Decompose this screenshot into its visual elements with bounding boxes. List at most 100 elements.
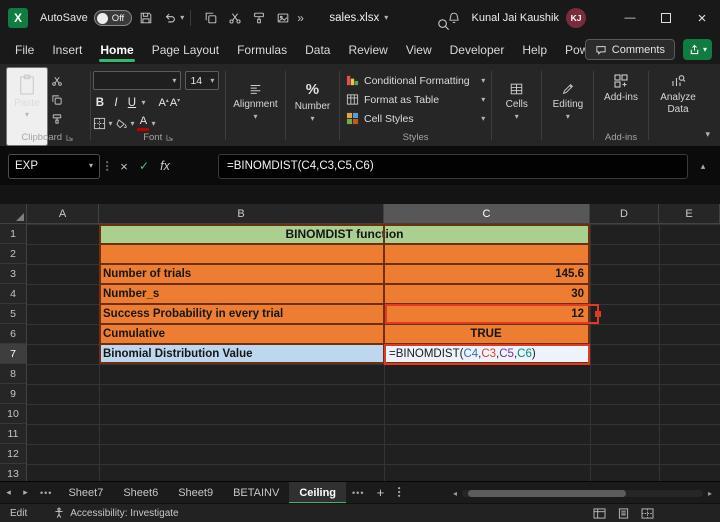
cell-b4-label[interactable]: Number_s — [99, 284, 384, 304]
quick-access-more-icon[interactable]: » — [297, 11, 304, 25]
formula-input[interactable]: =BINOMDIST(C4,C3,C5,C6) — [218, 154, 688, 179]
cell-c4-value[interactable]: 30 — [384, 284, 590, 304]
sheet-tab-sheet7[interactable]: Sheet7 — [58, 482, 113, 504]
italic-button[interactable]: I — [109, 95, 122, 111]
column-header-b[interactable]: B — [99, 204, 384, 224]
avatar[interactable]: KJ — [566, 8, 586, 28]
maximize-button[interactable] — [648, 0, 684, 36]
autosave-control[interactable]: AutoSave Off — [40, 10, 132, 26]
sheet-tab-ceiling[interactable]: Ceiling — [289, 482, 346, 504]
formula-bar-gripper[interactable]: ••• — [103, 159, 112, 173]
tab-help[interactable]: Help — [513, 36, 556, 64]
tab-file[interactable]: File — [6, 36, 43, 64]
sheet-options-button[interactable]: ••• — [395, 484, 404, 502]
underline-button[interactable]: U — [125, 95, 138, 111]
cell-b1-title[interactable]: BINOMDIST function — [99, 224, 590, 244]
tab-developer[interactable]: Developer — [441, 36, 514, 64]
undo-button[interactable] — [159, 4, 180, 32]
borders-button[interactable]: ▾ — [93, 117, 112, 130]
column-header-d[interactable]: D — [590, 204, 659, 224]
grow-font-button[interactable]: A▴ — [158, 97, 168, 109]
tab-data[interactable]: Data — [296, 36, 339, 64]
addins-button[interactable] — [613, 73, 629, 89]
cell-c5-value[interactable]: 12 — [384, 304, 590, 324]
tab-page-layout[interactable]: Page Layout — [143, 36, 228, 64]
notifications-button[interactable] — [444, 4, 465, 32]
excel-logo-icon[interactable]: X — [8, 8, 28, 28]
sheet-nav-left-icon[interactable]: ◂ — [0, 487, 17, 498]
tab-view[interactable]: View — [397, 36, 441, 64]
copy-small-button[interactable] — [48, 93, 66, 107]
insert-function-button[interactable]: fx — [154, 159, 176, 173]
fill-color-button[interactable]: ▾ — [115, 119, 134, 129]
underline-dropdown-icon[interactable]: ▾ — [141, 99, 145, 107]
tab-home[interactable]: Home — [91, 36, 142, 64]
cell-b7-label[interactable]: Binomial Distribution Value — [99, 344, 384, 364]
tab-review[interactable]: Review — [339, 36, 396, 64]
sheet-tab-sheet9[interactable]: Sheet9 — [168, 482, 223, 504]
font-size-combo[interactable]: 14▾ — [185, 71, 219, 90]
autosave-toggle[interactable]: Off — [94, 10, 133, 26]
cell-b3-label[interactable]: Number of trials — [99, 264, 384, 284]
conditional-formatting-button[interactable]: Conditional Formatting ▾ — [342, 71, 489, 90]
row-header-12[interactable]: 12 — [0, 444, 27, 464]
font-dialog-launcher[interactable] — [166, 134, 173, 141]
document-title[interactable]: sales.xlsx ▾ — [329, 12, 388, 24]
bold-button[interactable]: B — [93, 95, 106, 111]
minimize-button[interactable]: — — [612, 0, 648, 36]
row-header-1[interactable]: 1 — [0, 224, 27, 244]
clipboard-dialog-launcher[interactable] — [66, 134, 73, 141]
horizontal-scrollbar[interactable]: ◂ ▸ — [450, 489, 715, 498]
format-painter-small-button[interactable] — [48, 112, 66, 126]
cell-c2[interactable] — [384, 244, 590, 264]
picture-button[interactable] — [272, 4, 293, 32]
comments-button[interactable]: Comments — [585, 39, 675, 60]
close-button[interactable]: × — [684, 0, 720, 36]
more-sheets-left-icon[interactable]: ••• — [40, 488, 52, 498]
row-header-8[interactable]: 8 — [0, 364, 27, 384]
scroll-left-icon[interactable]: ◂ — [450, 489, 460, 498]
cancel-button[interactable]: × — [114, 156, 134, 176]
tab-insert[interactable]: Insert — [43, 36, 91, 64]
page-break-view-button[interactable] — [641, 508, 654, 519]
cells-group-button[interactable]: Cells ▾ — [494, 67, 539, 146]
row-header-10[interactable]: 10 — [0, 404, 27, 424]
save-button[interactable] — [135, 4, 156, 32]
tab-formulas[interactable]: Formulas — [228, 36, 296, 64]
row-header-7[interactable]: 7 — [0, 344, 27, 364]
shrink-font-button[interactable]: A▾ — [170, 97, 180, 109]
cut-button[interactable] — [224, 4, 245, 32]
format-painter-button[interactable] — [248, 4, 269, 32]
analyze-data-button[interactable] — [670, 73, 686, 89]
column-header-a[interactable]: A — [27, 204, 99, 224]
name-box[interactable]: EXP ▾ — [8, 154, 100, 179]
editing-group-button[interactable]: Editing ▾ — [544, 67, 591, 146]
number-group-button[interactable]: % Number ▾ — [288, 67, 337, 146]
formula-bar-expand-button[interactable]: ▴ — [694, 161, 712, 172]
row-header-6[interactable]: 6 — [0, 324, 27, 344]
font-name-combo[interactable]: ▾ — [93, 71, 181, 90]
ribbon-collapse-button[interactable]: ▾ — [705, 129, 710, 140]
copy-button[interactable] — [200, 4, 221, 32]
sheet-tab-sheet6[interactable]: Sheet6 — [113, 482, 168, 504]
cell-c6-value[interactable]: TRUE — [384, 324, 590, 344]
page-layout-view-button[interactable] — [617, 508, 630, 519]
enter-button[interactable]: ✓ — [134, 156, 154, 176]
scroll-right-icon[interactable]: ▸ — [705, 489, 715, 498]
sheet-tab-betainv[interactable]: BETAINV — [223, 482, 289, 504]
row-header-5[interactable]: 5 — [0, 304, 27, 324]
column-header-c[interactable]: C — [384, 204, 590, 224]
alignment-group-button[interactable]: Alignment ▾ — [228, 67, 283, 146]
cell-b6-label[interactable]: Cumulative — [99, 324, 384, 344]
row-header-11[interactable]: 11 — [0, 424, 27, 444]
undo-dropdown-icon[interactable]: ▾ — [180, 14, 184, 22]
scrollbar-track[interactable] — [462, 490, 703, 497]
select-all-corner[interactable] — [0, 204, 27, 224]
cell-b2[interactable] — [99, 244, 384, 264]
cell-b5-label[interactable]: Success Probability in every trial — [99, 304, 384, 324]
scrollbar-thumb[interactable] — [468, 490, 626, 497]
new-sheet-button[interactable]: + — [370, 485, 390, 500]
row-header-2[interactable]: 2 — [0, 244, 27, 264]
row-header-9[interactable]: 9 — [0, 384, 27, 404]
cell-c7-formula[interactable]: =BINOMDIST(C4,C3,C5,C6) — [384, 344, 590, 364]
